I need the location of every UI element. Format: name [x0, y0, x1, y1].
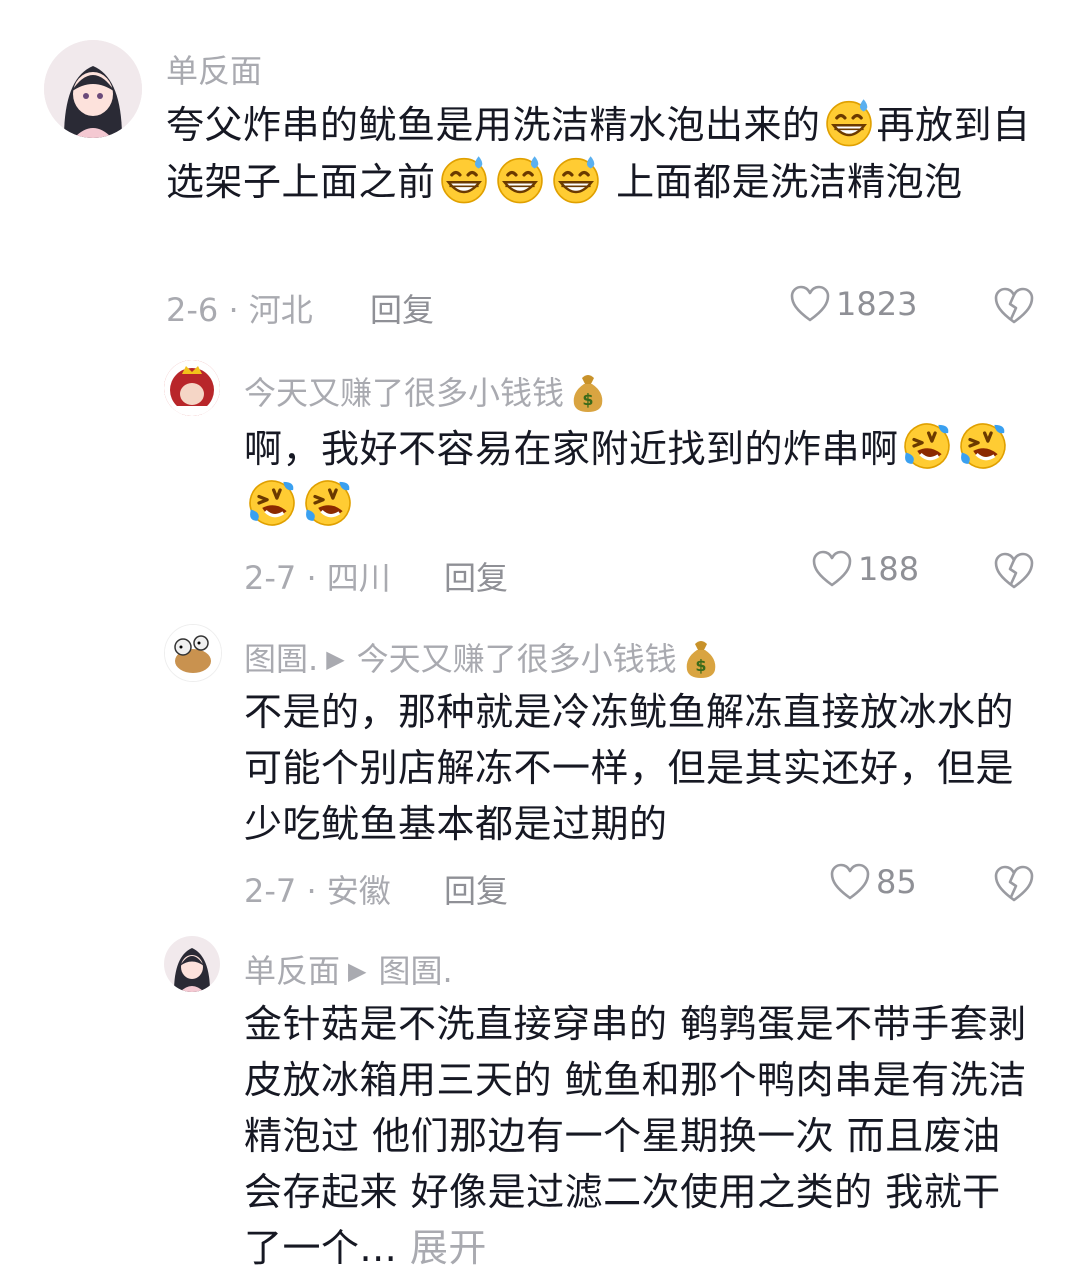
reply-arrow-icon: ▶ [326, 645, 345, 673]
dislike-button[interactable] [994, 865, 1034, 907]
rolling-laughing-emoji [901, 420, 953, 472]
avatar[interactable] [164, 360, 220, 416]
like-button[interactable]: 188 [812, 550, 919, 588]
reply-to-username[interactable]: 今天又赚了很多小钱钱 [357, 640, 677, 678]
avatar[interactable] [44, 40, 142, 138]
expand-button[interactable]: 展开 [410, 1226, 487, 1270]
rolling-laughing-emoji [302, 477, 354, 529]
comment-username[interactable]: 单反面 ▶ 图圄. [244, 946, 453, 992]
comment-username[interactable]: 单反面 [166, 46, 262, 92]
comment-text: 不是的，那种就是冷冻鱿鱼解冻直接放冰水的可能个别店解冻不一样，但是其实还好，但是… [244, 690, 1015, 846]
comment-text: 啊，我好不容易在家附近找到的炸串啊 [244, 420, 1034, 534]
like-count: 1823 [836, 285, 918, 323]
reply-button[interactable]: 回复 [370, 285, 434, 331]
grinning-sweat-emoji [438, 153, 490, 205]
like-count: 188 [858, 550, 920, 588]
dislike-button[interactable] [994, 552, 1034, 594]
grinning-sweat-emoji [550, 153, 602, 205]
comment-date-location: 2-6 · 河北 [166, 291, 313, 329]
grinning-sweat-emoji [494, 153, 546, 205]
grinning-sweat-emoji [823, 96, 875, 148]
heart-outline-icon [830, 863, 870, 901]
reply-to-username[interactable]: 图圄. [378, 952, 452, 990]
comment-text: 夸父炸串的鱿鱼是用洗洁精水泡出来的 再放到自选架子上面之前 上面都是洗洁精泡泡 [166, 96, 1036, 210]
comment-username[interactable]: 图圄. ▶ 今天又赚了很多小钱钱 [244, 634, 719, 680]
avatar[interactable] [164, 624, 222, 682]
dislike-button[interactable] [994, 287, 1034, 329]
broken-heart-icon [994, 865, 1034, 903]
comment-username[interactable]: 今天又赚了很多小钱钱 [244, 368, 606, 414]
broken-heart-icon [994, 287, 1034, 325]
broken-heart-icon [994, 552, 1034, 590]
like-button[interactable]: 1823 [790, 285, 917, 323]
like-count: 85 [876, 863, 917, 901]
avatar[interactable] [164, 936, 220, 992]
rolling-laughing-emoji [246, 477, 298, 529]
reply-button[interactable]: 回复 [444, 866, 508, 912]
like-button[interactable]: 85 [830, 863, 917, 901]
reply-arrow-icon: ▶ [348, 957, 367, 985]
money-bag-emoji [570, 372, 606, 412]
reply-button[interactable]: 回复 [444, 553, 508, 599]
comment-date-location: 2-7 · 四川 [244, 559, 391, 597]
heart-outline-icon [812, 550, 852, 588]
comment-date-location: 2-7 · 安徽 [244, 872, 391, 910]
comment-text: 金针菇是不洗直接穿串的 鹌鹑蛋是不带手套剥皮放冰箱用三天的 鱿鱼和那个鸭肉串是有… [244, 1002, 1027, 1270]
money-bag-emoji [683, 638, 719, 678]
heart-outline-icon [790, 285, 830, 323]
rolling-laughing-emoji [957, 420, 1009, 472]
